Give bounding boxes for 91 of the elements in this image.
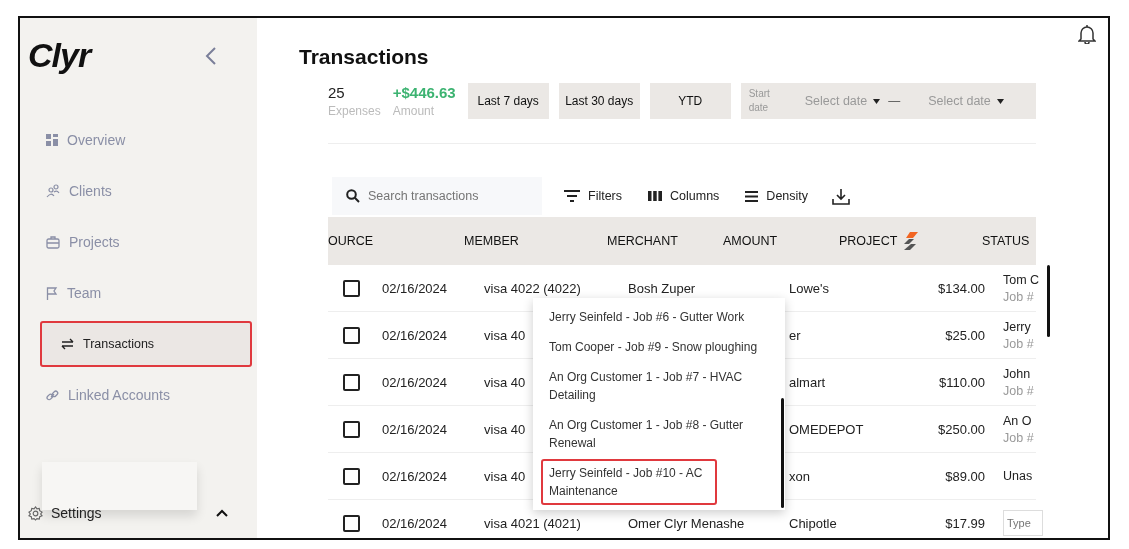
sidebar-item[interactable]: Transactions <box>40 321 252 367</box>
row-checkbox[interactable] <box>343 326 360 344</box>
people-icon <box>46 184 60 198</box>
dropdown-option[interactable]: Jerry Seinfeld - Job #10 - AC Maintenance <box>541 459 717 505</box>
table-cell: visa 4022 (4022) <box>484 280 581 296</box>
swap-arrows-icon <box>61 338 74 350</box>
table-cell: An O <box>1003 413 1032 428</box>
settings-link[interactable]: Settings <box>51 505 102 521</box>
dropdown-option[interactable]: Jerry Seinfeld - Job #6 - Gutter Work <box>541 303 775 331</box>
stat-label: Expenses <box>328 104 381 118</box>
date-range-button[interactable]: Last 30 days <box>558 83 640 119</box>
table-cell: $110.00 <box>938 374 985 390</box>
row-checkbox[interactable] <box>343 467 360 485</box>
flag-icon <box>46 286 58 300</box>
table-cell: $134.00 <box>938 280 985 296</box>
scrollbar[interactable] <box>1047 265 1050 337</box>
dropdown-option[interactable]: An Org Customer 1 - Job #8 - Gutter Renewal <box>541 411 775 457</box>
toolbar-button[interactable]: Columns <box>644 187 724 205</box>
briefcase-icon <box>46 235 60 249</box>
table-cell: 02/16/2024 <box>382 468 448 484</box>
table-cell: $25.00 <box>945 327 985 343</box>
page-title: Transactions <box>299 45 430 69</box>
table-cell: visa 40 <box>484 374 526 390</box>
stat-label: Amount <box>392 104 436 118</box>
dropdown-option[interactable]: Tom Cooper - Job #9 - Snow ploughing <box>541 333 775 361</box>
table-cell: visa 40 <box>484 327 526 343</box>
table-cell: $250.00 <box>938 421 985 437</box>
search-field[interactable]: Search transactions <box>332 177 542 215</box>
grid-icon <box>46 134 58 146</box>
caret-down-icon[interactable] <box>996 98 1004 104</box>
table-cell: Job # <box>1003 289 1034 304</box>
stat-value: +$446.63 <box>392 84 456 101</box>
row-checkbox[interactable] <box>343 279 360 297</box>
lightning-icon <box>903 232 919 250</box>
table-cell-text: xon <box>788 468 810 484</box>
logo: Clyr <box>28 36 91 75</box>
scrollbar[interactable] <box>781 398 784 508</box>
table-cell-text: Lowe's <box>788 280 830 296</box>
column-header[interactable]: MEMBER <box>464 234 519 248</box>
date-range-field[interactable]: Start date Select date — Select date <box>740 83 1036 119</box>
toolbar-button[interactable]: Density <box>741 187 813 205</box>
table-cell: Jerry <box>1003 319 1031 334</box>
filter-icon <box>564 190 580 202</box>
column-header[interactable]: STATUS <box>982 234 1030 248</box>
table-cell-text: Chipotle <box>788 515 837 531</box>
table-cell: Job # <box>1003 383 1034 398</box>
table-cell-text: OMEDEPOT <box>788 421 864 437</box>
table-cell: Job # <box>1003 336 1034 351</box>
table-cell: $17.99 <box>945 515 985 531</box>
download-icon[interactable] <box>832 187 851 205</box>
table-cell: Unas <box>1003 469 1033 483</box>
date-range-button[interactable]: Last 7 days <box>467 83 549 119</box>
column-header[interactable]: AMOUNT <box>723 234 778 248</box>
caret-down-icon[interactable] <box>873 98 881 104</box>
columns-icon <box>648 191 663 201</box>
row-checkbox[interactable] <box>343 420 360 438</box>
table-cell: Omer Clyr Menashe <box>628 515 745 531</box>
density-icon <box>745 190 759 202</box>
chevron-left-icon[interactable] <box>205 45 217 66</box>
table-cell: visa 40 <box>484 468 526 484</box>
settings-icon[interactable] <box>28 505 43 521</box>
link-icon <box>46 388 59 402</box>
column-header[interactable]: PROJECT <box>839 234 898 248</box>
table-cell: $89.00 <box>945 468 985 484</box>
table-cell: 02/16/2024 <box>382 421 448 437</box>
status-input[interactable]: Type <box>1003 510 1043 536</box>
table-cell: Job # <box>1003 430 1034 445</box>
dropdown-option[interactable]: An Org Customer 1 - Job #7 - HVAC Detailing <box>541 363 775 409</box>
table-cell-text: er <box>788 327 801 343</box>
caret-up-icon[interactable] <box>216 509 228 517</box>
row-checkbox[interactable] <box>343 514 360 532</box>
search-icon <box>346 189 360 203</box>
table-cell: Bosh Zuper <box>628 280 696 296</box>
toolbar-button[interactable]: Filters <box>560 187 627 205</box>
table-cell: Tom C <box>1003 272 1040 287</box>
column-header[interactable]: MERCHANT <box>607 234 678 248</box>
table-cell: visa 4021 (4021) <box>484 515 581 531</box>
bell-icon[interactable] <box>1078 24 1096 44</box>
stat-value: 25 <box>328 84 346 101</box>
table-cell-text: almart <box>788 374 826 390</box>
field-label: Start date <box>748 87 771 115</box>
table-cell: 02/16/2024 <box>382 515 448 531</box>
column-header[interactable]: OURCE <box>328 234 374 248</box>
table-cell: 02/16/2024 <box>382 280 448 296</box>
table-cell: 02/16/2024 <box>382 327 448 343</box>
table-cell: John <box>1003 366 1031 381</box>
date-range-button[interactable]: YTD <box>649 83 731 119</box>
table-cell: visa 40 <box>484 421 526 437</box>
range-separator: — <box>888 94 901 108</box>
table-cell: 02/16/2024 <box>382 374 448 390</box>
row-checkbox[interactable] <box>343 373 360 391</box>
